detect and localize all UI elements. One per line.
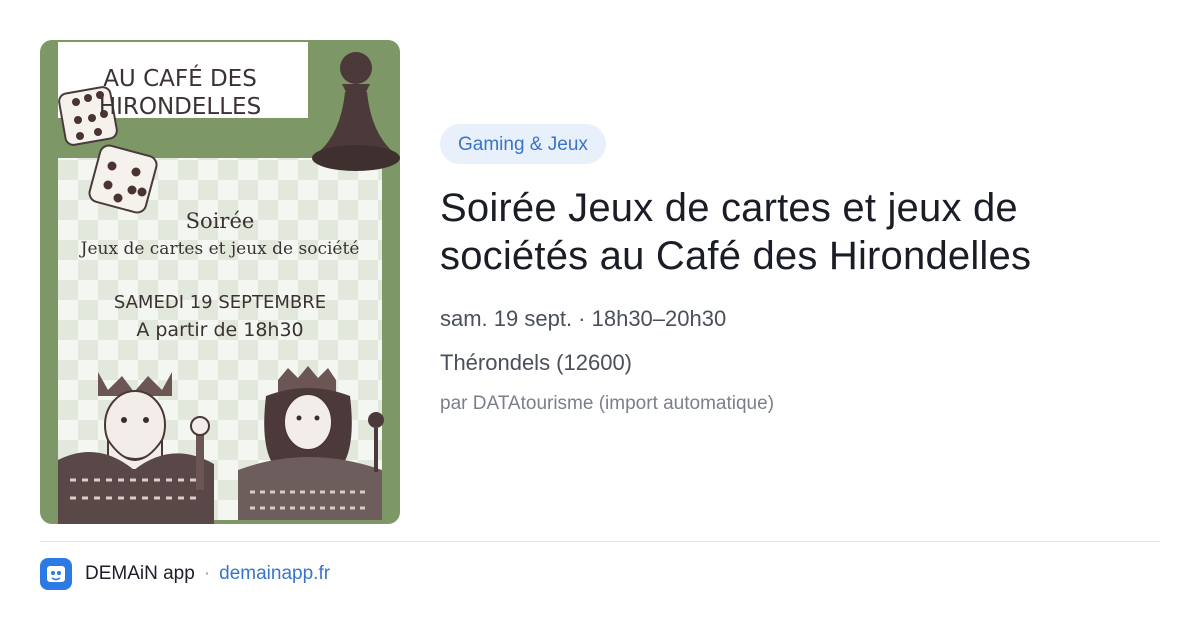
event-title[interactable]: Soirée Jeux de cartes et jeux de société… <box>440 184 1160 280</box>
poster-soiree: Soirée <box>186 209 255 233</box>
poster-time: A partir de 18h30 <box>136 319 303 341</box>
event-details: Gaming & Jeux Soirée Jeux de cartes et j… <box>440 124 1160 416</box>
poster-heading-line1: AU CAFÉ DES <box>103 64 257 92</box>
app-domain-link[interactable]: demainapp.fr <box>219 563 330 585</box>
event-datetime: sam. 19 sept. · 18h30–20h30 <box>440 306 727 331</box>
event-source: par DATAtourisme (import automatique) <box>440 393 775 414</box>
demain-app-icon <box>40 558 72 590</box>
footer-divider <box>40 541 1160 542</box>
poster-heading-line2: HIRONDELLES <box>99 94 261 120</box>
category-badge[interactable]: Gaming & Jeux <box>440 124 606 164</box>
event-title-line1: Soirée Jeux de cartes et jeux de <box>440 186 1018 230</box>
chess-pawn-illustration <box>312 52 400 171</box>
app-name: DEMAiN app <box>85 563 195 584</box>
footer-separator: · <box>203 563 211 584</box>
poster-subtitle: Jeux de cartes et jeux de société <box>79 239 360 259</box>
event-title-line2: sociétés au Café des Hirondelles <box>440 234 1032 278</box>
event-location: Thérondels (12600) <box>440 350 633 375</box>
footer: DEMAiN app · demainapp.fr <box>40 558 330 590</box>
event-poster-image: AU CAFÉ DES HIRONDELLES Soirée Jeux de c… <box>40 40 400 524</box>
poster-date: SAMEDI 19 SEPTEMBRE <box>114 292 326 313</box>
